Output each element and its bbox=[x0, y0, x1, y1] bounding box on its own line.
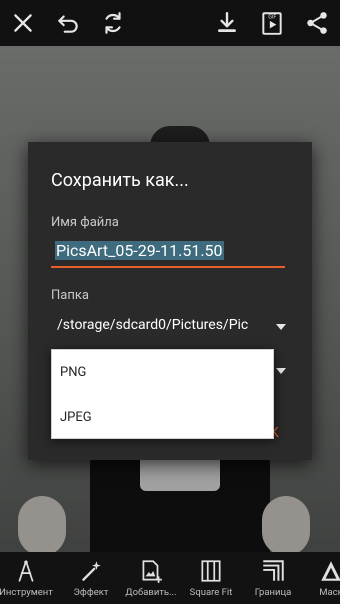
filename-field[interactable]: PicsArt_05-29-11.51.50 bbox=[51, 238, 285, 268]
filename-label: Имя файла bbox=[51, 215, 119, 230]
format-option-jpeg[interactable]: JPEG bbox=[52, 395, 275, 439]
tool-border-label: Граница bbox=[254, 587, 292, 598]
folder-value: /storage/sdcard0/Pictures/Pic bbox=[57, 317, 249, 333]
add-photo-icon bbox=[142, 560, 162, 583]
square-fit-icon bbox=[201, 560, 221, 582]
gif-icon: GIF bbox=[262, 12, 282, 35]
close-button[interactable] bbox=[0, 0, 46, 46]
tool-border[interactable]: Граница bbox=[242, 552, 304, 604]
tool-add[interactable]: Добавить... bbox=[120, 552, 182, 604]
folder-dropdown-arrow-icon[interactable] bbox=[276, 324, 286, 330]
tool-add-label: Добавить... bbox=[125, 587, 177, 598]
undo-button[interactable] bbox=[45, 0, 91, 46]
compass-icon bbox=[18, 560, 34, 582]
close-icon bbox=[14, 14, 32, 32]
download-button[interactable] bbox=[204, 0, 250, 46]
tool-effect[interactable]: Эффект bbox=[60, 552, 122, 604]
mask-icon bbox=[321, 561, 340, 581]
magic-wand-icon bbox=[82, 561, 101, 581]
tool-instrument-label: Инструмент bbox=[0, 587, 53, 598]
share-icon bbox=[307, 12, 327, 34]
refresh-button[interactable] bbox=[90, 0, 136, 46]
undo-icon bbox=[58, 15, 78, 33]
tool-mask-label: Маск bbox=[319, 587, 340, 598]
tool-square-fit[interactable]: Square Fit bbox=[180, 552, 242, 604]
share-button[interactable] bbox=[294, 0, 340, 46]
format-dropdown-arrow-icon[interactable] bbox=[276, 368, 286, 374]
format-option-png[interactable]: PNG bbox=[52, 350, 275, 394]
top-toolbar: GIF bbox=[0, 0, 340, 46]
gif-button[interactable]: GIF bbox=[249, 0, 295, 46]
tool-effect-label: Эффект bbox=[73, 587, 109, 598]
tool-mask[interactable]: Маск bbox=[300, 552, 340, 604]
refresh-icon bbox=[105, 12, 121, 34]
format-dropdown-menu: PNG JPEG bbox=[51, 349, 274, 439]
bottom-toolbar: Инструмент Эффект Добавить... Square Fit… bbox=[0, 552, 340, 604]
folder-label: Папка bbox=[51, 288, 89, 303]
svg-text:GIF: GIF bbox=[268, 15, 276, 21]
filename-value: PicsArt_05-29-11.51.50 bbox=[55, 241, 224, 260]
download-icon bbox=[218, 12, 236, 32]
dialog-title: Сохранить как... bbox=[51, 170, 189, 191]
border-icon bbox=[263, 560, 284, 581]
tool-square-fit-label: Square Fit bbox=[189, 587, 233, 598]
tool-instrument[interactable]: Инструмент bbox=[0, 552, 57, 604]
folder-dropdown[interactable]: /storage/sdcard0/Pictures/Pic bbox=[51, 314, 289, 340]
